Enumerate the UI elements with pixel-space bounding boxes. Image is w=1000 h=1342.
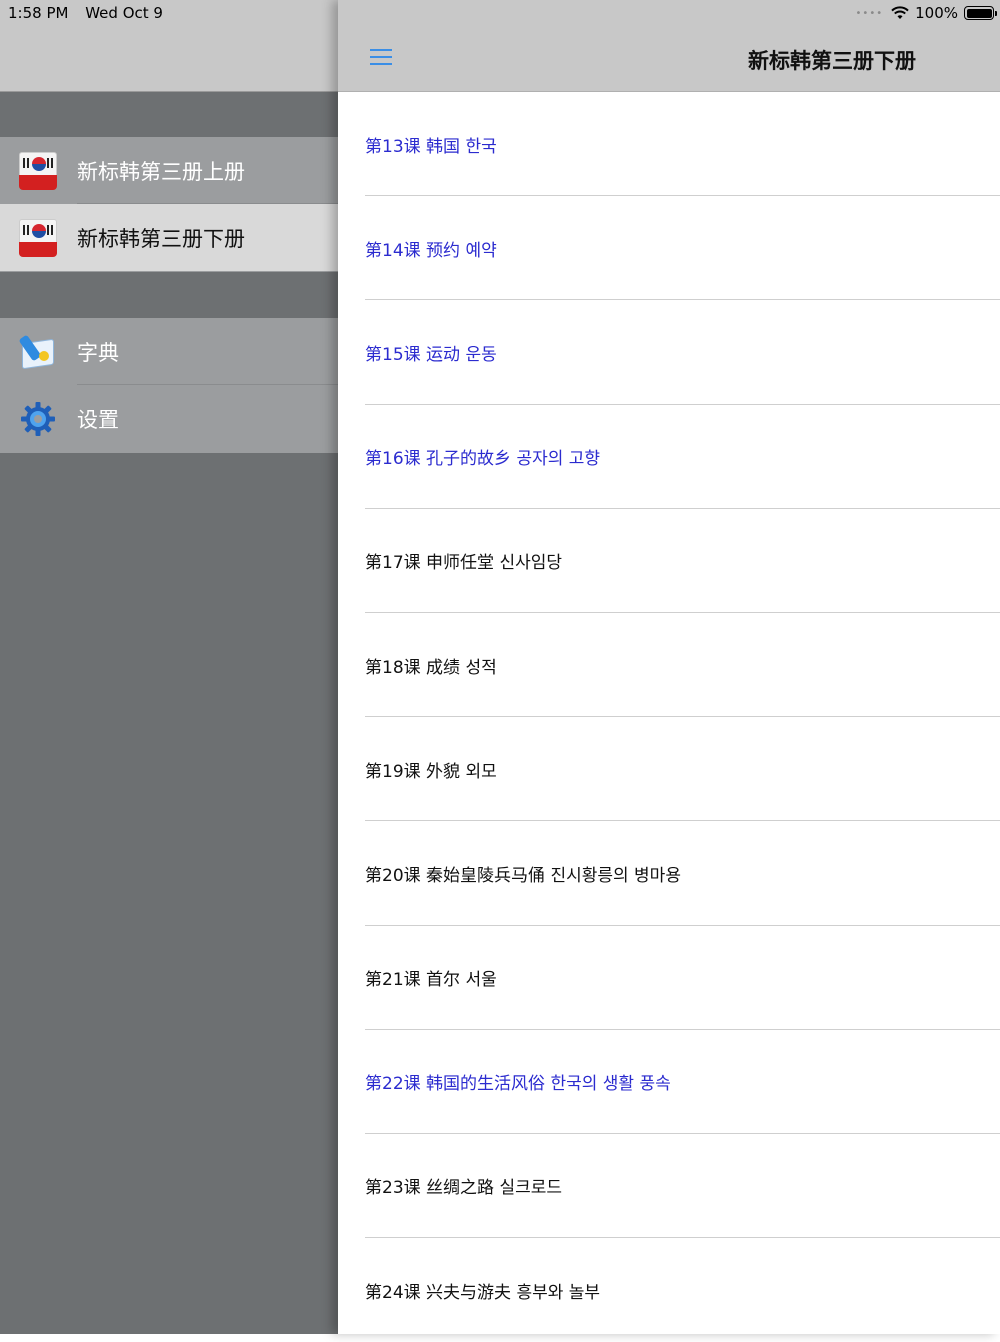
sidebar-item-label: 字典: [77, 340, 119, 365]
signal-dots-icon: ••••: [855, 7, 884, 19]
sidebar-item-book-vol3-lower[interactable]: 新标韩第三册下册: [0, 204, 338, 271]
list-item[interactable]: 第22课 韩国的生活风俗 한국의 생활 풍속: [338, 1030, 1000, 1135]
korean-flag-book-icon: [19, 151, 57, 190]
list-item[interactable]: 第16课 孔子的故乡 공자의 고향: [338, 405, 1000, 509]
list-item[interactable]: 第24课 兴夫与游夫 흥부와 놀부: [338, 1238, 1000, 1342]
list-item[interactable]: 第23课 丝绸之路 실크로드: [338, 1134, 1000, 1239]
sidebar: 1:58 PM Wed Oct 9 新标韩第三册上册 新标韩第三册下册 字典 设…: [0, 0, 338, 1334]
sidebar-item-label: 设置: [77, 407, 119, 432]
status-time: 1:58 PM: [8, 4, 69, 22]
list-item[interactable]: 第19课 外貌 외모: [338, 717, 1000, 822]
hamburger-menu-icon[interactable]: [370, 47, 392, 67]
status-bar-left: 1:58 PM Wed Oct 9: [8, 4, 163, 22]
list-item[interactable]: 第17课 申师任堂 신사임당: [338, 509, 1000, 614]
main-panel: •••• 100% 新标韩第三册下册 第13课 韩国 한국 第14课 预约 예약…: [338, 0, 1000, 1334]
battery-icon: [964, 6, 997, 20]
list-item[interactable]: 第20课 秦始皇陵兵马俑 진시황릉의 병마용: [338, 821, 1000, 926]
sidebar-book-group: 新标韩第三册上册 新标韩第三册下册: [0, 137, 338, 272]
lesson-list: 第13课 韩国 한국 第14课 预约 예약 第15课 运动 운동 第16课 孔子…: [338, 92, 1000, 1342]
sidebar-item-book-vol3-upper[interactable]: 新标韩第三册上册: [0, 137, 338, 204]
list-item[interactable]: 第21课 首尔 서울: [338, 926, 1000, 1030]
page-title: 新标韩第三册下册: [748, 49, 916, 73]
wifi-icon: [891, 6, 909, 19]
sidebar-header: 1:58 PM Wed Oct 9: [0, 0, 338, 92]
status-bar-right: •••• 100%: [855, 4, 997, 22]
korean-flag-book-icon: [19, 218, 57, 257]
list-item[interactable]: 第13课 韩国 한국: [338, 92, 1000, 197]
battery-percent: 100%: [915, 4, 958, 22]
dictionary-icon: [18, 333, 57, 371]
list-item[interactable]: 第14课 预约 예약: [338, 196, 1000, 301]
list-item[interactable]: 第15课 运动 운동: [338, 300, 1000, 405]
sidebar-item-settings[interactable]: 设置: [0, 385, 338, 452]
sidebar-item-label: 新标韩第三册下册: [77, 226, 245, 251]
list-item[interactable]: 第18课 成绩 성적: [338, 613, 1000, 718]
sidebar-item-dictionary[interactable]: 字典: [0, 318, 338, 385]
navigation-bar: •••• 100% 新标韩第三册下册: [338, 0, 1000, 92]
sidebar-item-label: 新标韩第三册上册: [77, 159, 245, 184]
sidebar-tools-group: 字典 设置: [0, 318, 338, 453]
gear-icon: [21, 401, 55, 436]
status-date: Wed Oct 9: [85, 4, 163, 22]
